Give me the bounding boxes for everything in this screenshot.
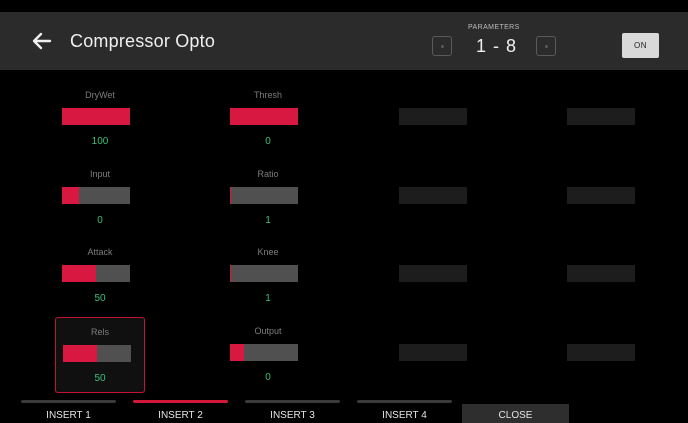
tab-label: INSERT 2 bbox=[158, 410, 203, 421]
empty-param-slot bbox=[399, 265, 467, 282]
param-bar-fill bbox=[62, 187, 79, 204]
tab-indicator bbox=[245, 400, 340, 403]
param-bar-fill bbox=[62, 265, 96, 282]
param-value: 100 bbox=[91, 136, 109, 147]
param-bar bbox=[230, 187, 298, 204]
param-thresh[interactable]: Thresh 0 bbox=[223, 81, 313, 157]
param-label: Thresh bbox=[253, 90, 282, 100]
param-bar bbox=[230, 344, 298, 361]
param-value: 0 bbox=[97, 215, 103, 226]
param-label: Input bbox=[89, 169, 111, 179]
empty-param-slot bbox=[567, 344, 635, 361]
param-label: Rels bbox=[90, 327, 109, 337]
next-page-button[interactable] bbox=[536, 36, 556, 56]
param-bar bbox=[63, 345, 131, 362]
tab-label: INSERT 4 bbox=[382, 410, 427, 421]
param-value: 50 bbox=[94, 293, 106, 304]
dot-icon bbox=[545, 45, 548, 48]
param-value: 1 bbox=[265, 293, 271, 304]
param-label: Output bbox=[254, 326, 282, 336]
parameters-range: 1 - 8 bbox=[476, 36, 518, 56]
tab-indicator bbox=[357, 400, 452, 403]
param-bar-fill bbox=[62, 108, 130, 125]
param-output[interactable]: Output 0 bbox=[223, 317, 313, 393]
param-bar-fill bbox=[230, 344, 244, 361]
param-bar bbox=[230, 265, 298, 282]
on-toggle-button[interactable]: ON bbox=[622, 33, 659, 58]
tab-label: INSERT 1 bbox=[46, 410, 91, 421]
tab-insert-4[interactable]: INSERT 4 bbox=[357, 400, 452, 423]
param-bar-fill bbox=[230, 108, 298, 125]
param-label: Ratio bbox=[257, 169, 279, 179]
empty-param-slot bbox=[399, 108, 467, 125]
param-attack[interactable]: Attack 50 bbox=[55, 238, 145, 314]
param-bar bbox=[62, 108, 130, 125]
param-bar-fill bbox=[230, 187, 232, 204]
param-bar-fill bbox=[63, 345, 97, 362]
tab-indicator bbox=[21, 400, 116, 403]
back-arrow-icon[interactable] bbox=[30, 27, 54, 55]
param-label: DryWet bbox=[85, 90, 115, 100]
param-bar bbox=[62, 187, 130, 204]
header-bar: Compressor Opto PARAMETERS 1 - 8 ON bbox=[0, 12, 688, 70]
tab-insert-3[interactable]: INSERT 3 bbox=[245, 400, 340, 423]
param-bar bbox=[62, 265, 130, 282]
param-value: 0 bbox=[265, 136, 271, 147]
param-drywet[interactable]: DryWet 100 bbox=[55, 81, 145, 157]
previous-page-button[interactable] bbox=[432, 36, 452, 56]
param-input[interactable]: Input 0 bbox=[55, 160, 145, 236]
empty-param-slot bbox=[399, 344, 467, 361]
param-label: Attack bbox=[87, 247, 113, 257]
param-value: 1 bbox=[265, 215, 271, 226]
parameters-label: PARAMETERS bbox=[468, 24, 520, 31]
param-bar bbox=[230, 108, 298, 125]
tab-insert-2[interactable]: INSERT 2 bbox=[133, 400, 228, 423]
tab-label: INSERT 3 bbox=[270, 410, 315, 421]
empty-param-slot bbox=[567, 108, 635, 125]
param-bar-fill bbox=[230, 265, 232, 282]
page-title: Compressor Opto bbox=[70, 31, 216, 51]
param-label: Knee bbox=[257, 247, 279, 257]
tab-insert-1[interactable]: INSERT 1 bbox=[21, 400, 116, 423]
param-value: 0 bbox=[265, 372, 271, 383]
param-value: 50 bbox=[94, 373, 106, 384]
empty-param-slot bbox=[567, 265, 635, 282]
param-ratio[interactable]: Ratio 1 bbox=[223, 160, 313, 236]
tab-indicator bbox=[133, 400, 228, 403]
dot-icon bbox=[441, 45, 444, 48]
param-rels[interactable]: Rels 50 bbox=[55, 317, 145, 393]
empty-param-slot bbox=[567, 187, 635, 204]
param-knee[interactable]: Knee 1 bbox=[223, 238, 313, 314]
empty-param-slot bbox=[399, 187, 467, 204]
close-button[interactable]: CLOSE bbox=[462, 404, 569, 423]
